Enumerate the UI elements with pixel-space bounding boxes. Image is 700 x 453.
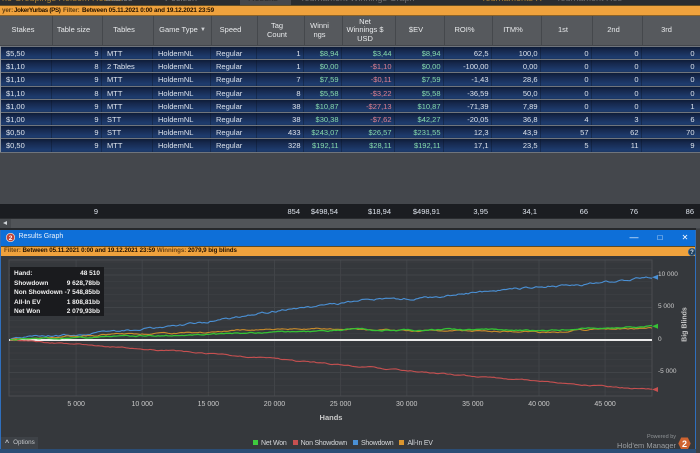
svg-text:2: 2 <box>9 235 13 242</box>
svg-text:2: 2 <box>682 439 687 449</box>
